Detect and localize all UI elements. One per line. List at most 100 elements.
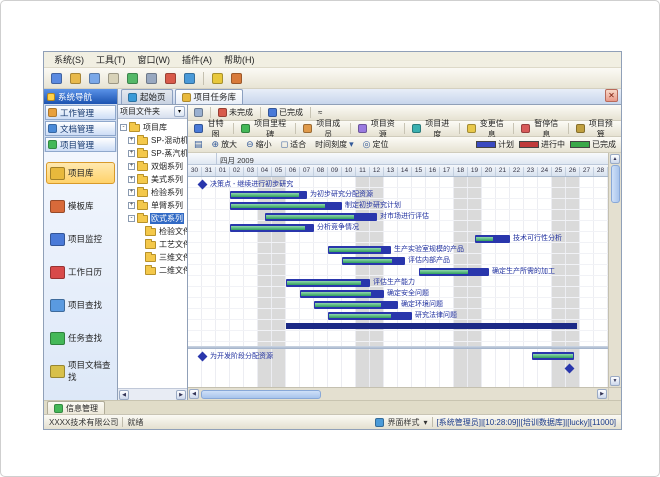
zoom-out-button[interactable]: ⊖缩小 xyxy=(242,138,276,152)
tree-expander-icon[interactable]: - xyxy=(120,124,127,131)
tree-options-button[interactable]: ▾ xyxy=(174,106,185,117)
close-tab-button[interactable]: ✕ xyxy=(605,89,618,102)
gantt-chart: 四月 2009 30310102030405060708091011121314… xyxy=(188,153,608,387)
scroll-up-button[interactable]: ▲ xyxy=(610,154,620,164)
gantt-bar[interactable] xyxy=(286,279,370,287)
tree-node-gongyi-file[interactable]: 工艺文件 xyxy=(118,238,187,251)
window-icon[interactable] xyxy=(86,70,103,86)
change-info-view-button[interactable]: 变更信息 xyxy=(463,122,511,136)
gantt-bar[interactable] xyxy=(230,202,342,210)
milestone-view-button[interactable]: 项目里程碑 xyxy=(237,122,292,136)
gantt-milestone[interactable] xyxy=(565,364,575,374)
resource-view-button[interactable]: 项目资源 xyxy=(354,122,402,136)
menu-item[interactable]: 系统(S) xyxy=(48,52,90,67)
gantt-bar[interactable] xyxy=(230,224,314,232)
tab-start-page[interactable]: 起始页 xyxy=(121,89,173,104)
tree-node-shuangyan-series[interactable]: + 双烟系列 xyxy=(118,160,187,173)
vertical-scroll-thumb[interactable] xyxy=(611,165,620,203)
lock-icon[interactable] xyxy=(209,70,226,86)
scroll-down-button[interactable]: ▼ xyxy=(610,376,620,386)
gantt-milestone[interactable] xyxy=(198,180,208,190)
tree-expander-icon[interactable]: + xyxy=(128,150,135,157)
tree-node-jianyan-series[interactable]: + 检验系列 xyxy=(118,186,187,199)
menu-item[interactable]: 窗口(W) xyxy=(132,52,177,67)
search-icon[interactable] xyxy=(181,70,198,86)
gantt-view-button[interactable]: 甘特图 xyxy=(190,122,230,136)
exit-icon[interactable] xyxy=(228,70,245,86)
vertical-scrollbar[interactable]: ▲ ▼ xyxy=(608,153,621,387)
menu-item[interactable]: 插件(A) xyxy=(176,52,218,67)
sidebar-item-task-search[interactable]: 任务查找 xyxy=(46,327,115,349)
gantt-bar[interactable] xyxy=(314,301,398,309)
new-icon[interactable] xyxy=(48,70,65,86)
sidebar-item-project-monitor[interactable]: 项目监控 xyxy=(46,228,115,250)
tree-node-erwei-file[interactable]: 二维文件 xyxy=(118,264,187,277)
sidebar-section-project-management[interactable]: 项目管理 xyxy=(45,137,116,152)
sidebar-item-template-library[interactable]: 模板库 xyxy=(46,195,115,217)
scroll-left-button[interactable]: ◀ xyxy=(189,389,199,399)
gantt-bar[interactable] xyxy=(532,352,574,360)
gantt-bar[interactable] xyxy=(328,312,412,320)
grid-icon[interactable] xyxy=(143,70,160,86)
budget-view-button[interactable]: 项目预算 xyxy=(572,122,620,136)
menu-item[interactable]: 工具(T) xyxy=(90,52,132,67)
sidebar-item-project-search[interactable]: 项目查找 xyxy=(46,294,115,316)
tab-info-management[interactable]: 信息管理 xyxy=(47,401,105,414)
tree-node-sp-series-2[interactable]: + SP-蒸汽机系 xyxy=(118,147,187,160)
sidebar-item-work-calendar[interactable]: 工作日历 xyxy=(46,261,115,283)
tree-horizontal-scrollbar[interactable]: ◀ ▶ xyxy=(118,388,187,400)
horizontal-scrollbar[interactable]: ◀ ▶ xyxy=(188,388,608,400)
tree-expander-icon[interactable]: + xyxy=(128,163,135,170)
gantt-bar[interactable] xyxy=(342,257,405,265)
gantt-milestone[interactable] xyxy=(198,352,208,362)
horizontal-scroll-thumb[interactable] xyxy=(201,390,321,399)
gantt-bar[interactable] xyxy=(419,268,489,276)
gantt-bar[interactable] xyxy=(328,246,391,254)
chart-icon[interactable] xyxy=(124,70,141,86)
time-scale-button[interactable]: 时间刻度▾ xyxy=(311,138,358,152)
ui-style-label[interactable]: 界面样式 xyxy=(388,417,420,428)
gantt-bar[interactable] xyxy=(286,323,577,329)
calendar-icon[interactable] xyxy=(162,70,179,86)
tree-expander-icon[interactable]: - xyxy=(128,215,135,222)
scroll-left-button[interactable]: ◀ xyxy=(119,390,129,400)
tree-node-jianyan-file[interactable]: 检验文件 xyxy=(118,225,187,238)
grid-toggle-icon: ▤ xyxy=(194,140,203,149)
tree-node-meishi-series[interactable]: + 美式系列 xyxy=(118,173,187,186)
member-view-button[interactable]: 项目成员 xyxy=(299,122,347,136)
sidebar-item-project-doc-search[interactable]: 项目文档查找 xyxy=(46,360,115,382)
tree-node-sp-series-1[interactable]: + SP-混动机系 xyxy=(118,134,187,147)
tree-expander-icon[interactable]: + xyxy=(128,137,135,144)
progress-view-button[interactable]: 项目进度 xyxy=(408,122,456,136)
tab-project-task-library[interactable]: 项目任务库 xyxy=(175,89,244,104)
menu-item[interactable]: 帮助(H) xyxy=(218,52,261,67)
day-cell: 08 xyxy=(314,167,328,176)
tree-node-sanwei-file[interactable]: 三维文件 xyxy=(118,251,187,264)
locate-button[interactable]: ◎定位 xyxy=(359,138,393,152)
sidebar-item-project-library[interactable]: 项目库 xyxy=(46,162,115,184)
gantt-bar[interactable] xyxy=(475,235,510,243)
mail-icon[interactable] xyxy=(105,70,122,86)
tree-node-project-library-root[interactable]: - 项目库 xyxy=(118,121,187,134)
sidebar-section-work-management[interactable]: 工作管理 xyxy=(45,105,116,120)
scroll-right-button[interactable]: ▶ xyxy=(176,390,186,400)
tree-expander-icon[interactable]: + xyxy=(128,189,135,196)
pause-info-view-icon xyxy=(521,124,530,133)
scroll-right-button[interactable]: ▶ xyxy=(597,389,607,399)
tree-expander-icon[interactable]: + xyxy=(128,176,135,183)
tree-node-oushi-series[interactable]: - 欧式系列 xyxy=(118,212,187,225)
pause-info-view-button[interactable]: 暂停信息 xyxy=(517,122,565,136)
save-icon[interactable] xyxy=(67,70,84,86)
grid-toggle-button[interactable]: ▤ xyxy=(190,138,207,152)
dropdown-arrow-icon[interactable]: ▾ xyxy=(424,418,428,427)
gantt-bar[interactable] xyxy=(300,290,384,298)
sidebar-section-document-management[interactable]: 文档管理 xyxy=(45,121,116,136)
gantt-bar[interactable] xyxy=(230,191,307,199)
folder-icon xyxy=(137,150,148,158)
gantt-task-label: 分析竞争情况 xyxy=(317,223,359,232)
zoom-in-button[interactable]: ⊕放大 xyxy=(208,138,242,152)
fit-button[interactable]: ◻适合 xyxy=(277,138,310,152)
tree-node-danbei-series[interactable]: + 单臂系列 xyxy=(118,199,187,212)
tree-expander-icon[interactable]: + xyxy=(128,202,135,209)
gantt-bar[interactable] xyxy=(265,213,377,221)
